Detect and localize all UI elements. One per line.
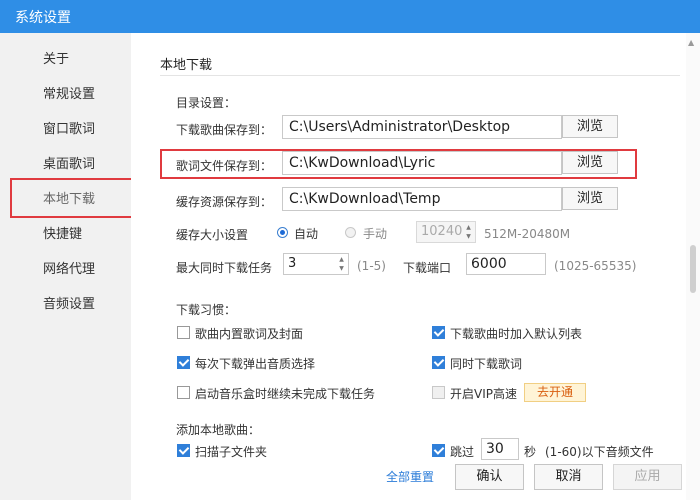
- scroll-up-arrow-icon[interactable]: ▲: [688, 38, 694, 47]
- max-tasks-spinner[interactable]: 3 ▲ ▼: [283, 253, 349, 275]
- section-divider: [160, 75, 680, 76]
- habits-label: 下载习惯：: [176, 303, 237, 317]
- cache-manual-label[interactable]: 手动: [363, 225, 387, 242]
- download-lyrics-label[interactable]: 同时下载歌词: [450, 355, 522, 372]
- skip-label[interactable]: 跳过: [450, 443, 474, 460]
- cache-auto-label[interactable]: 自动: [294, 225, 318, 242]
- quality-popup-label[interactable]: 每次下载弹出音质选择: [195, 355, 315, 372]
- vip-activate-button[interactable]: 去开通: [524, 383, 586, 402]
- resume-downloads-label[interactable]: 启动音乐盒时继续未完成下载任务: [195, 385, 375, 402]
- skip-seconds-input[interactable]: 30: [481, 438, 519, 460]
- sidebar-item-general[interactable]: 常规设置: [0, 82, 131, 108]
- cache-path-field[interactable]: C:\KwDownload\Temp: [282, 187, 562, 211]
- cache-size-spinner[interactable]: 10240 ▲ ▼: [416, 221, 476, 243]
- sidebar-item-about[interactable]: 关于: [0, 47, 131, 73]
- cache-path-browse-button[interactable]: 浏览: [562, 187, 618, 210]
- resume-downloads-checkbox[interactable]: [177, 386, 190, 399]
- scan-subfolders-label[interactable]: 扫描子文件夹: [195, 443, 267, 460]
- download-lyrics-checkbox[interactable]: [432, 356, 445, 369]
- window-title: 系统设置: [15, 10, 71, 26]
- port-label: 下载端口: [403, 261, 452, 275]
- song-path-browse-button[interactable]: 浏览: [562, 115, 618, 138]
- sidebar-item-shortcuts[interactable]: 快捷键: [0, 222, 131, 248]
- skip-range-note: (1-60)以下音频文件: [545, 445, 654, 459]
- add-to-default-list-checkbox[interactable]: [432, 326, 445, 339]
- song-path-label: 下载歌曲保存到：: [176, 123, 273, 137]
- add-local-label: 添加本地歌曲：: [176, 423, 261, 437]
- vip-speed-checkbox[interactable]: [432, 386, 445, 399]
- cancel-button[interactable]: 取消: [534, 464, 603, 490]
- embed-lyrics-label[interactable]: 歌曲内置歌词及封面: [195, 325, 303, 342]
- dir-settings-label: 目录设置：: [176, 96, 237, 110]
- sidebar-highlight-box: [10, 178, 142, 218]
- vip-speed-label: 开启VIP高速: [450, 387, 517, 401]
- cache-size-label: 缓存大小设置: [176, 228, 249, 242]
- max-tasks-range: (1-5): [357, 259, 386, 273]
- spinner-arrows-icon[interactable]: ▲ ▼: [337, 255, 346, 273]
- skip-seconds-unit: 秒: [524, 445, 537, 459]
- scrollbar-thumb[interactable]: [690, 245, 696, 293]
- apply-button[interactable]: 应用: [613, 464, 682, 490]
- add-to-default-list-label[interactable]: 下载歌曲时加入默认列表: [450, 325, 582, 342]
- sidebar-item-desktop-lyrics[interactable]: 桌面歌词: [0, 152, 131, 178]
- cache-path-label: 缓存资源保存到：: [176, 195, 273, 209]
- title-bar: [0, 0, 700, 33]
- ok-button[interactable]: 确认: [455, 464, 524, 490]
- section-title: 本地下载: [160, 58, 213, 73]
- port-range: (1025-65535): [554, 259, 637, 273]
- cache-auto-radio[interactable]: [277, 227, 288, 238]
- embed-lyrics-checkbox[interactable]: [177, 326, 190, 339]
- max-tasks-value: 3: [288, 256, 297, 271]
- sidebar-item-window-lyrics[interactable]: 窗口歌词: [0, 117, 131, 143]
- quality-popup-checkbox[interactable]: [177, 356, 190, 369]
- song-path-field[interactable]: C:\Users\Administrator\Desktop: [282, 115, 562, 139]
- spinner-arrows-icon[interactable]: ▲ ▼: [464, 223, 473, 241]
- scan-subfolders-checkbox[interactable]: [177, 444, 190, 457]
- max-tasks-label: 最大同时下载任务: [176, 261, 273, 275]
- lyric-path-highlight-box: [160, 149, 637, 179]
- cache-manual-radio[interactable]: [345, 227, 356, 238]
- port-input[interactable]: 6000: [466, 253, 546, 275]
- sidebar-item-proxy[interactable]: 网络代理: [0, 257, 131, 283]
- cache-size-value: 10240: [421, 224, 463, 239]
- reset-all-link[interactable]: 全部重置: [386, 468, 434, 485]
- sidebar-item-audio[interactable]: 音频设置: [0, 292, 131, 318]
- cache-size-range: 512M-20480M: [484, 227, 571, 241]
- skip-short-audio-checkbox[interactable]: [432, 444, 445, 457]
